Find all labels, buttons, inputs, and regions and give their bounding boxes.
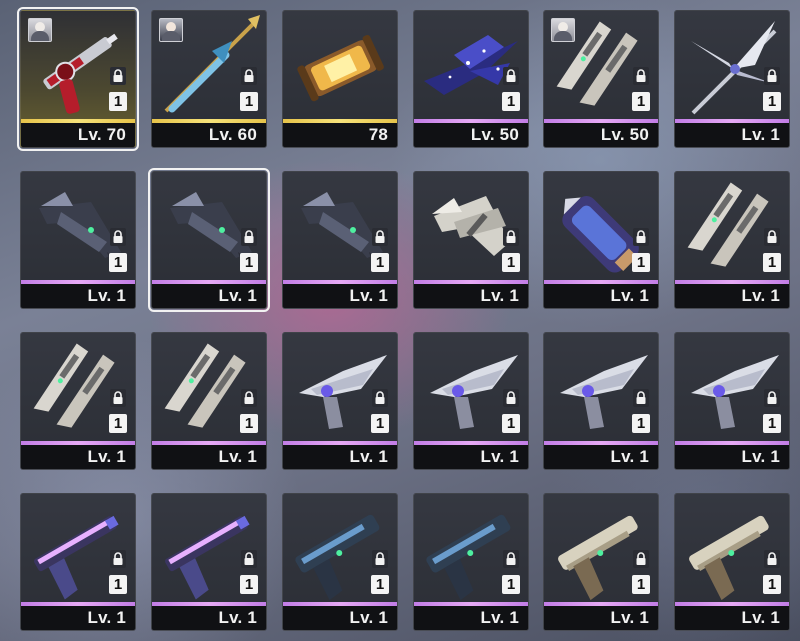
item-level: Lv. 1 [283, 445, 397, 469]
item-count: 1 [502, 253, 520, 272]
item-level: Lv. 1 [152, 445, 266, 469]
item-count: 1 [763, 92, 781, 111]
inventory-slot[interactable]: 1 Lv. 1 [413, 493, 529, 631]
inventory-slot[interactable]: 1 Lv. 1 [151, 332, 267, 470]
lock-icon[interactable] [110, 228, 126, 246]
inventory-slot[interactable]: 1 Lv. 1 [674, 171, 790, 309]
inventory-slot[interactable]: 1 Lv. 1 [151, 493, 267, 631]
lock-icon[interactable] [633, 67, 649, 85]
silver-hair-character-avatar-icon [28, 18, 52, 42]
item-count: 1 [109, 575, 127, 594]
inventory-slot[interactable]: 1 Lv. 1 [282, 493, 398, 631]
item-level: Lv. 1 [21, 606, 135, 630]
inventory-slot[interactable]: 1 Lv. 1 [674, 332, 790, 470]
inventory-slot[interactable]: 1 Lv. 1 [674, 10, 790, 148]
lock-icon[interactable] [372, 228, 388, 246]
inventory-slot[interactable]: 1 Lv. 1 [20, 171, 136, 309]
item-count: 1 [240, 414, 258, 433]
lock-icon[interactable] [633, 550, 649, 568]
item-count: 1 [632, 253, 650, 272]
lock-icon[interactable] [110, 67, 126, 85]
weapon-inventory-grid: 1 Lv. 70 1 Lv. 60 78 1 Lv. 50 1 Lv. 50 1 Lv. 1… [0, 0, 800, 641]
item-level: Lv. 1 [675, 445, 789, 469]
inventory-slot[interactable]: 1 Lv. 60 [151, 10, 267, 148]
lock-icon[interactable] [764, 389, 780, 407]
item-level: Lv. 50 [544, 123, 658, 147]
item-level: Lv. 1 [152, 284, 266, 308]
item-count: 1 [240, 92, 258, 111]
inventory-slot[interactable]: 1 Lv. 1 [413, 171, 529, 309]
inventory-slot[interactable]: 78 [282, 10, 398, 148]
inventory-slot[interactable]: 1 Lv. 1 [543, 493, 659, 631]
item-count: 1 [371, 253, 389, 272]
item-count: 1 [240, 575, 258, 594]
item-level: Lv. 1 [283, 606, 397, 630]
item-count: 1 [763, 575, 781, 594]
lock-icon[interactable] [110, 389, 126, 407]
item-count: 1 [502, 575, 520, 594]
item-level: Lv. 1 [21, 445, 135, 469]
dark-hair-character-avatar-icon [159, 18, 183, 42]
item-count: 1 [240, 253, 258, 272]
item-level: Lv. 70 [21, 123, 135, 147]
item-level: Lv. 50 [414, 123, 528, 147]
item-count: 1 [763, 414, 781, 433]
inventory-slot[interactable]: 1 Lv. 1 [674, 493, 790, 631]
inventory-slot[interactable]: 1 Lv. 1 [20, 493, 136, 631]
inventory-slot[interactable]: 1 Lv. 1 [282, 171, 398, 309]
lock-icon[interactable] [633, 228, 649, 246]
lock-icon[interactable] [503, 550, 519, 568]
item-level: Lv. 1 [544, 284, 658, 308]
item-level: Lv. 1 [414, 606, 528, 630]
inventory-slot[interactable]: 1 Lv. 1 [282, 332, 398, 470]
item-level: Lv. 1 [414, 284, 528, 308]
item-count: 1 [109, 414, 127, 433]
lock-icon[interactable] [110, 550, 126, 568]
inventory-slot[interactable]: 1 Lv. 1 [413, 332, 529, 470]
item-level: Lv. 1 [283, 284, 397, 308]
lock-icon[interactable] [503, 67, 519, 85]
inventory-slot[interactable]: 1 Lv. 1 [148, 168, 270, 312]
item-count: 1 [109, 92, 127, 111]
item-count: 1 [632, 575, 650, 594]
item-level: Lv. 1 [152, 606, 266, 630]
lock-icon[interactable] [372, 389, 388, 407]
lock-icon[interactable] [503, 389, 519, 407]
item-level: Lv. 1 [675, 606, 789, 630]
item-count: 1 [371, 575, 389, 594]
lock-icon[interactable] [764, 550, 780, 568]
item-level: Lv. 1 [544, 445, 658, 469]
item-count: 1 [109, 253, 127, 272]
golden-capsule-icon [297, 34, 384, 102]
inventory-slot[interactable]: 1 Lv. 50 [543, 10, 659, 148]
item-level: 78 [283, 123, 397, 147]
lock-icon[interactable] [764, 228, 780, 246]
inventory-slot[interactable]: 1 Lv. 1 [543, 171, 659, 309]
item-count: 1 [763, 253, 781, 272]
inventory-slot[interactable]: 1 Lv. 1 [20, 332, 136, 470]
item-count: 1 [632, 414, 650, 433]
item-level: Lv. 1 [414, 445, 528, 469]
item-level: Lv. 1 [675, 123, 789, 147]
lock-icon[interactable] [241, 67, 257, 85]
inventory-slot[interactable]: 1 Lv. 50 [413, 10, 529, 148]
item-level: Lv. 1 [544, 606, 658, 630]
lock-icon[interactable] [241, 228, 257, 246]
inventory-slot[interactable]: 1 Lv. 70 [17, 7, 139, 151]
black-hair-character-avatar-icon [551, 18, 575, 42]
item-level: Lv. 1 [21, 284, 135, 308]
item-count: 1 [502, 92, 520, 111]
item-level: Lv. 1 [675, 284, 789, 308]
item-count: 1 [502, 414, 520, 433]
lock-icon[interactable] [503, 228, 519, 246]
lock-icon[interactable] [241, 389, 257, 407]
lock-icon[interactable] [764, 67, 780, 85]
item-count: 1 [632, 92, 650, 111]
lock-icon[interactable] [372, 550, 388, 568]
lock-icon[interactable] [241, 550, 257, 568]
inventory-slot[interactable]: 1 Lv. 1 [543, 332, 659, 470]
item-level: Lv. 60 [152, 123, 266, 147]
item-count: 1 [371, 414, 389, 433]
lock-icon[interactable] [633, 389, 649, 407]
